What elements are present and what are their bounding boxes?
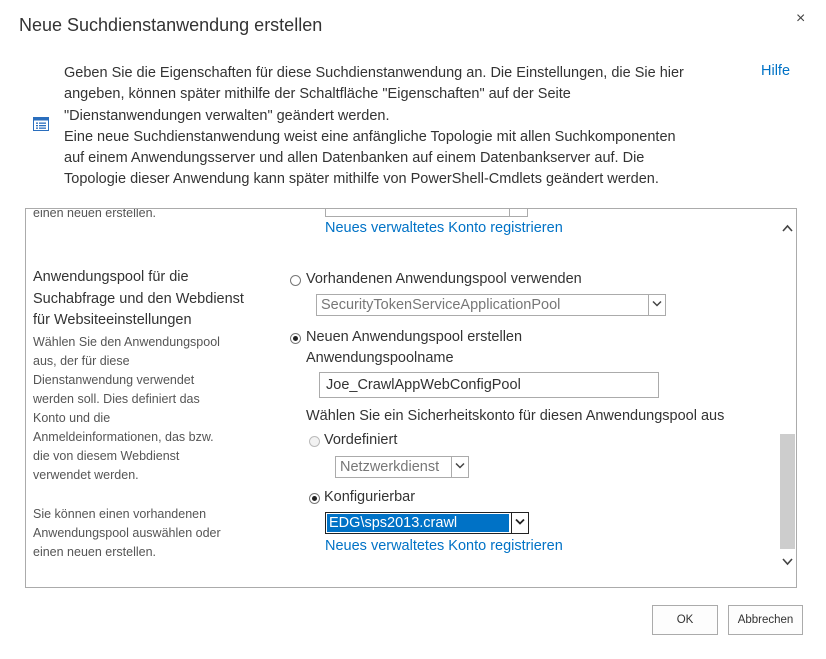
description-line: Anmeldeinformationen, das bzw. (33, 430, 214, 444)
intro-line: Topologie dieser Anwendung kann später m… (64, 171, 659, 188)
security-account-label: Wählen Sie ein Sicherheitskonto für dies… (306, 408, 725, 424)
register-account-link[interactable]: Neues verwaltetes Konto registrieren (325, 538, 563, 554)
scroll-down-icon[interactable] (782, 556, 793, 567)
description-line: werden soll. Dies definiert das (33, 392, 200, 406)
intro-text: Geben Sie die Eigenschaften für diese Su… (64, 63, 754, 191)
description-line: Konto und die (33, 411, 111, 425)
use-existing-pool-radio[interactable] (290, 275, 301, 286)
predefined-account-value: Netzwerkdienst (340, 459, 440, 475)
app-pool-description-2: Sie können einen vorhandenen Anwendungsp… (33, 505, 221, 562)
heading-line: für Websiteeinstellungen (33, 312, 192, 328)
description-line: Anwendungspool auswählen oder (33, 526, 221, 540)
description-line: aus, der für diese (33, 354, 130, 368)
top-section-fragment: einen neuen erstellen. (33, 208, 157, 220)
app-pool-heading: Anwendungspool für die Suchabfrage und d… (33, 267, 244, 332)
pool-name-input[interactable]: Joe_CrawlAppWebConfigPool (319, 372, 659, 398)
description-line: Wählen Sie den Anwendungspool (33, 335, 220, 349)
cancel-button[interactable]: Abbrechen (728, 605, 803, 635)
ok-button[interactable]: OK (652, 605, 718, 635)
configurable-label: Konfigurierbar (324, 489, 416, 505)
heading-line: Suchabfrage und den Webdienst (33, 290, 244, 307)
use-existing-pool-label: Vorhandenen Anwendungspool verwenden (306, 271, 582, 287)
description-line: Sie können einen vorhandenen (33, 507, 207, 521)
description-line: verwendet werden. (33, 468, 139, 482)
predefined-radio[interactable] (309, 436, 320, 447)
create-new-pool-label: Neuen Anwendungspool erstellen (306, 329, 523, 345)
chevron-down-icon[interactable] (451, 457, 468, 477)
intro-line: Eine neue Suchdienstanwendung weist eine… (64, 128, 676, 145)
scrollbar-thumb[interactable] (780, 434, 795, 549)
chevron-down-icon[interactable] (648, 295, 665, 315)
configurable-account-value: EDG\sps2013.crawl (327, 514, 509, 532)
description-line: die von diesem Webdienst (33, 449, 180, 463)
close-icon[interactable]: × (796, 11, 805, 27)
top-register-account-link[interactable]: Neues verwaltetes Konto registrieren (325, 220, 563, 236)
configurable-account-select[interactable]: EDG\sps2013.crawl (325, 512, 529, 534)
top-account-select[interactable] (325, 209, 528, 217)
intro-line: auf einem Anwendungsserver und allen Dat… (64, 150, 645, 167)
scroll-up-icon[interactable] (782, 223, 793, 234)
vertical-scrollbar[interactable] (779, 209, 796, 587)
description-line: Dienstanwendung verwendet (33, 373, 195, 387)
description-line: einen neuen erstellen. (33, 545, 157, 559)
predefined-label: Vordefiniert (324, 432, 398, 448)
existing-pool-select[interactable]: SecurityTokenServiceApplicationPool (316, 294, 666, 316)
predefined-account-select[interactable]: Netzwerkdienst (335, 456, 469, 478)
app-pool-description: Wählen Sie den Anwendungspool aus, der f… (33, 333, 220, 485)
settings-scroll-area[interactable]: einen neuen erstellen. Neues verwaltetes… (25, 208, 797, 588)
info-list-icon (33, 117, 49, 131)
dialog-title: Neue Suchdienstanwendung erstellen (19, 15, 323, 35)
existing-pool-value: SecurityTokenServiceApplicationPool (321, 297, 561, 313)
configurable-radio[interactable] (309, 493, 320, 504)
intro-line: angeben, können später mithilfe der Scha… (64, 86, 571, 103)
heading-line: Anwendungspool für die (33, 269, 189, 285)
chevron-down-icon[interactable] (511, 513, 528, 533)
intro-line: "Dienstanwendungen verwalten" geändert w… (64, 107, 390, 124)
create-new-pool-radio[interactable] (290, 333, 301, 344)
intro-line: Geben Sie die Eigenschaften für diese Su… (64, 65, 684, 81)
pool-name-label: Anwendungspoolname (306, 350, 454, 366)
help-link[interactable]: Hilfe (761, 63, 790, 79)
